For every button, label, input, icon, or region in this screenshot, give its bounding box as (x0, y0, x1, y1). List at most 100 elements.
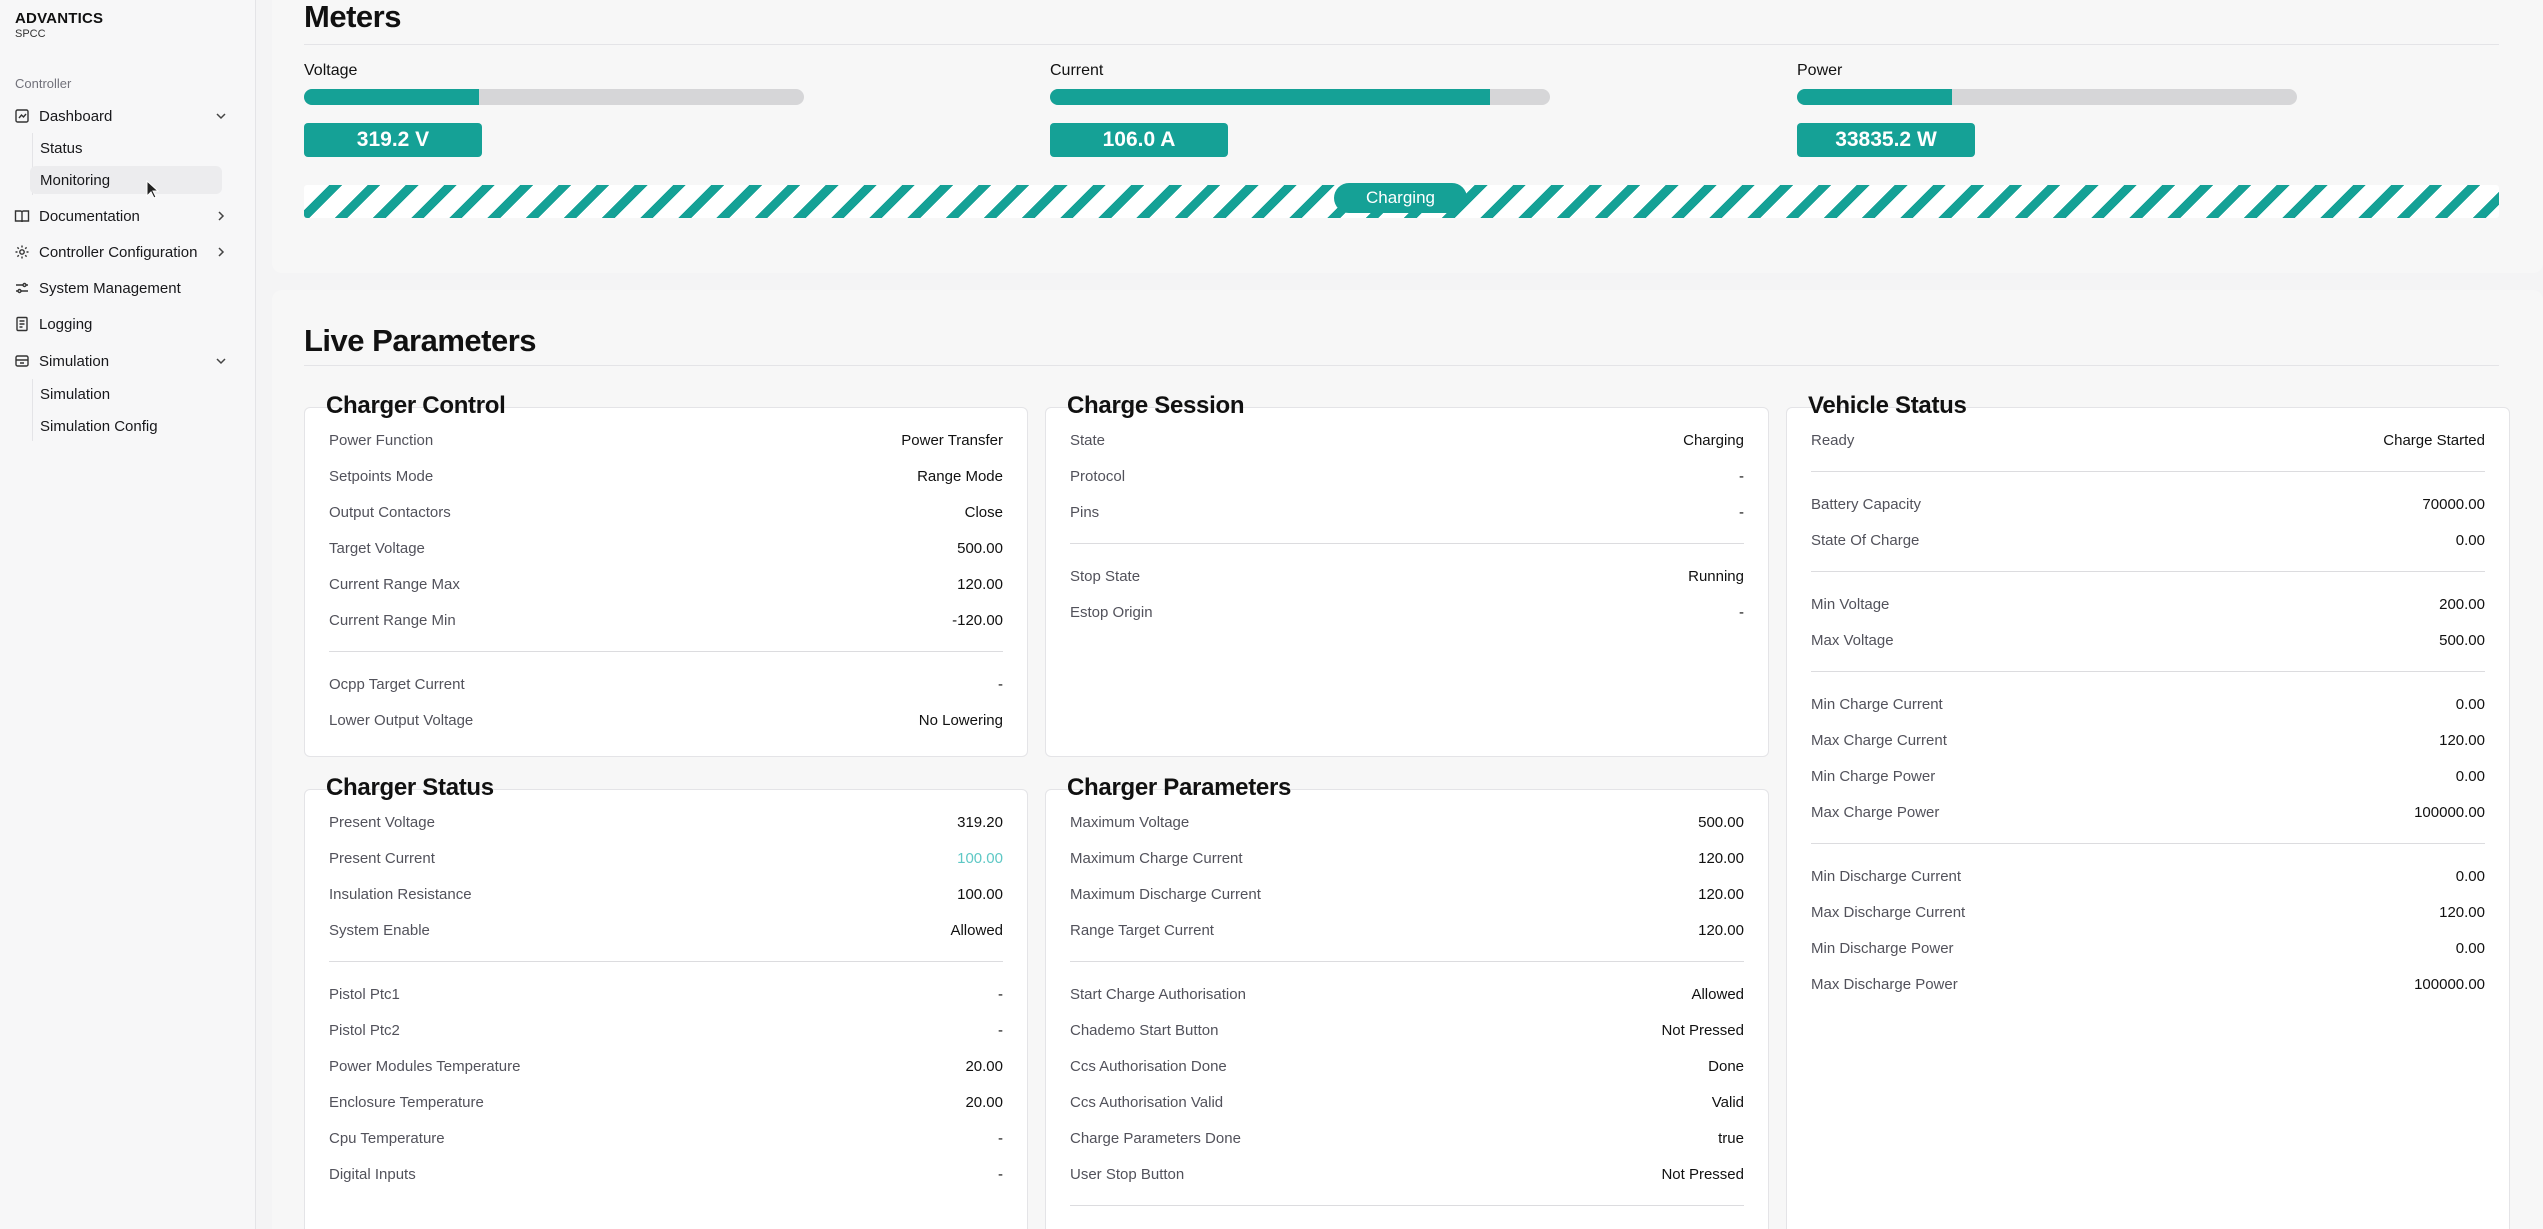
parameter-label: Ccs Authorisation Done (1070, 1057, 1227, 1075)
parameter-row: User Stop Button Not Pressed (1070, 1156, 1744, 1192)
parameter-row: Setpoints Mode Range Mode (329, 458, 1003, 494)
sidebar-item-label: Logging (39, 315, 93, 333)
parameter-row: Digital Inputs - (329, 1156, 1003, 1192)
row-divider (1811, 471, 2485, 472)
sidebar-subitem-status[interactable]: Status (30, 134, 222, 162)
power-bar (1797, 89, 2297, 105)
parameter-row: Pistol Ptc1 - (329, 976, 1003, 1012)
parameter-label: Max Discharge Current (1811, 903, 1966, 921)
parameter-row: Present Voltage 319.20 (329, 804, 1003, 840)
charge-session-title: Charge Session (1067, 392, 1245, 419)
parameter-row: Maximum Discharge Current 120.00 (1070, 876, 1744, 912)
parameter-label: User Stop Button (1070, 1165, 1185, 1183)
parameter-value: 500.00 (2439, 631, 2485, 649)
parameter-row: Range Target Current 120.00 (1070, 912, 1744, 948)
parameter-row: Min Charge Power 0.00 (1811, 758, 2485, 794)
charger-control-title: Charger Control (326, 392, 506, 419)
parameter-value: 100.00 (957, 849, 1003, 867)
parameter-value: 319.20 (957, 813, 1003, 831)
current-value-badge: 106.0 A (1050, 123, 1228, 157)
sidebar-item-dashboard[interactable]: Dashboard (14, 101, 242, 131)
parameter-label: Max Charge Current (1811, 731, 1947, 749)
parameter-label: Estop Origin (1070, 603, 1153, 621)
sidebar-item-controller-configuration[interactable]: Controller Configuration (14, 237, 242, 267)
parameter-label: Present Current (329, 849, 435, 867)
current-label: Current (1050, 62, 1104, 79)
parameter-label: Digital Inputs (329, 1165, 416, 1183)
parameter-label: Pins (1070, 503, 1100, 521)
chevron-right-icon (218, 211, 225, 221)
row-divider (1070, 543, 1744, 544)
parameter-value: 100000.00 (2414, 975, 2485, 993)
sidebar-item-label: System Management (39, 279, 181, 297)
parameter-row: Ccs Authorisation Valid Valid (1070, 1084, 1744, 1120)
sidebar-subitem-simulation[interactable]: Simulation (30, 380, 222, 408)
row-divider (1811, 571, 2485, 572)
parameter-label: Battery Capacity (1811, 495, 1922, 513)
voltage-value-badge: 319.2 V (304, 123, 482, 157)
parameter-row: Current Range Min -120.00 (329, 602, 1003, 638)
parameter-value: 120.00 (1698, 885, 1744, 903)
sidebar-item-logging[interactable]: Logging (14, 309, 242, 339)
sidebar-item-label: Simulation (39, 352, 110, 370)
brand: ADVANTICS SPCC (15, 10, 103, 40)
parameter-value: Close (964, 503, 1003, 521)
parameter-value: 120.00 (1698, 849, 1744, 867)
parameter-row: Target Voltage 500.00 (329, 530, 1003, 566)
parameter-value: Allowed (950, 921, 1003, 939)
parameter-value: 20.00 (965, 1057, 1003, 1075)
parameter-label: Start Charge Authorisation (1070, 985, 1246, 1003)
charger-parameters-panel: Maximum Voltage 500.00 Maximum Charge Curr… (1045, 789, 1769, 1229)
parameter-label: Maximum Voltage (1070, 813, 1190, 831)
live-parameters-card: Live Parameters Power Function Power Tran… (272, 290, 2543, 1229)
parameter-row: Digital Outputs- (1070, 1220, 1744, 1229)
gear-icon (14, 244, 30, 260)
sidebar-subitem-monitoring[interactable]: Monitoring (30, 166, 222, 194)
parameter-label: Insulation Resistance (329, 885, 472, 903)
chevron-right-icon (218, 247, 225, 257)
parameter-value: 0.00 (2455, 939, 2485, 957)
parameter-row: State Charging (1070, 422, 1744, 458)
vehicle-status-title: Vehicle Status (1808, 392, 1967, 419)
parameter-label: Stop State (1070, 567, 1141, 585)
parameter-label: Chademo Start Button (1070, 1021, 1219, 1039)
parameter-label: Current Range Min (329, 611, 456, 629)
parameter-value: Range Mode (917, 467, 1003, 485)
row-divider (1070, 1205, 1744, 1206)
parameter-value: Charging (1683, 431, 1744, 449)
voltage-bar (304, 89, 804, 105)
parameter-label: Current Range Max (329, 575, 460, 593)
sidebar: ADVANTICS SPCC Controller Dashboard Stat… (0, 0, 256, 1229)
brand-name: ADVANTICS (15, 10, 104, 27)
parameter-row: Pistol Ptc2 - (329, 1012, 1003, 1048)
power-label: Power (1797, 62, 1843, 79)
sidebar-item-simulation[interactable]: Simulation (14, 346, 242, 376)
parameter-label: Min Discharge Power (1811, 939, 1954, 957)
parameter-row: Output Contactors Close (329, 494, 1003, 530)
parameter-value: - (998, 675, 1003, 693)
main-content: Meters Voltage 319.2 V Current 106.0 A P… (272, 0, 2543, 1229)
chevron-down-icon (216, 113, 226, 120)
parameter-value: - (998, 1021, 1003, 1039)
parameter-row: Max Charge Current 120.00 (1811, 722, 2485, 758)
parameter-value: true (1718, 1129, 1744, 1147)
parameter-label: Max Voltage (1811, 631, 1894, 649)
parameter-row: System Enable Allowed (329, 912, 1003, 948)
parameter-value: - (998, 1129, 1003, 1147)
parameter-row: Min Voltage 200.00 (1811, 586, 2485, 622)
parameter-row: Ocpp Target Current - (329, 666, 1003, 702)
parameter-row: Stop State Running (1070, 558, 1744, 594)
log-icon (14, 316, 30, 332)
power-meter: Power 33835.2 W (1797, 62, 2297, 157)
parameter-value: - (1739, 467, 1744, 485)
parameter-value: 100.00 (957, 885, 1003, 903)
sidebar-subitem-simulation-config[interactable]: Simulation Config (30, 412, 222, 440)
parameter-label: Min Charge Current (1811, 695, 1943, 713)
parameter-value: Running (1688, 567, 1744, 585)
parameter-value: 120.00 (957, 575, 1003, 593)
parameter-label: Maximum Discharge Current (1070, 885, 1261, 903)
sidebar-item-system-management[interactable]: System Management (14, 273, 242, 303)
parameter-value: - (998, 1165, 1003, 1183)
parameter-label: Pistol Ptc1 (329, 985, 400, 1003)
sidebar-item-documentation[interactable]: Documentation (14, 201, 242, 231)
